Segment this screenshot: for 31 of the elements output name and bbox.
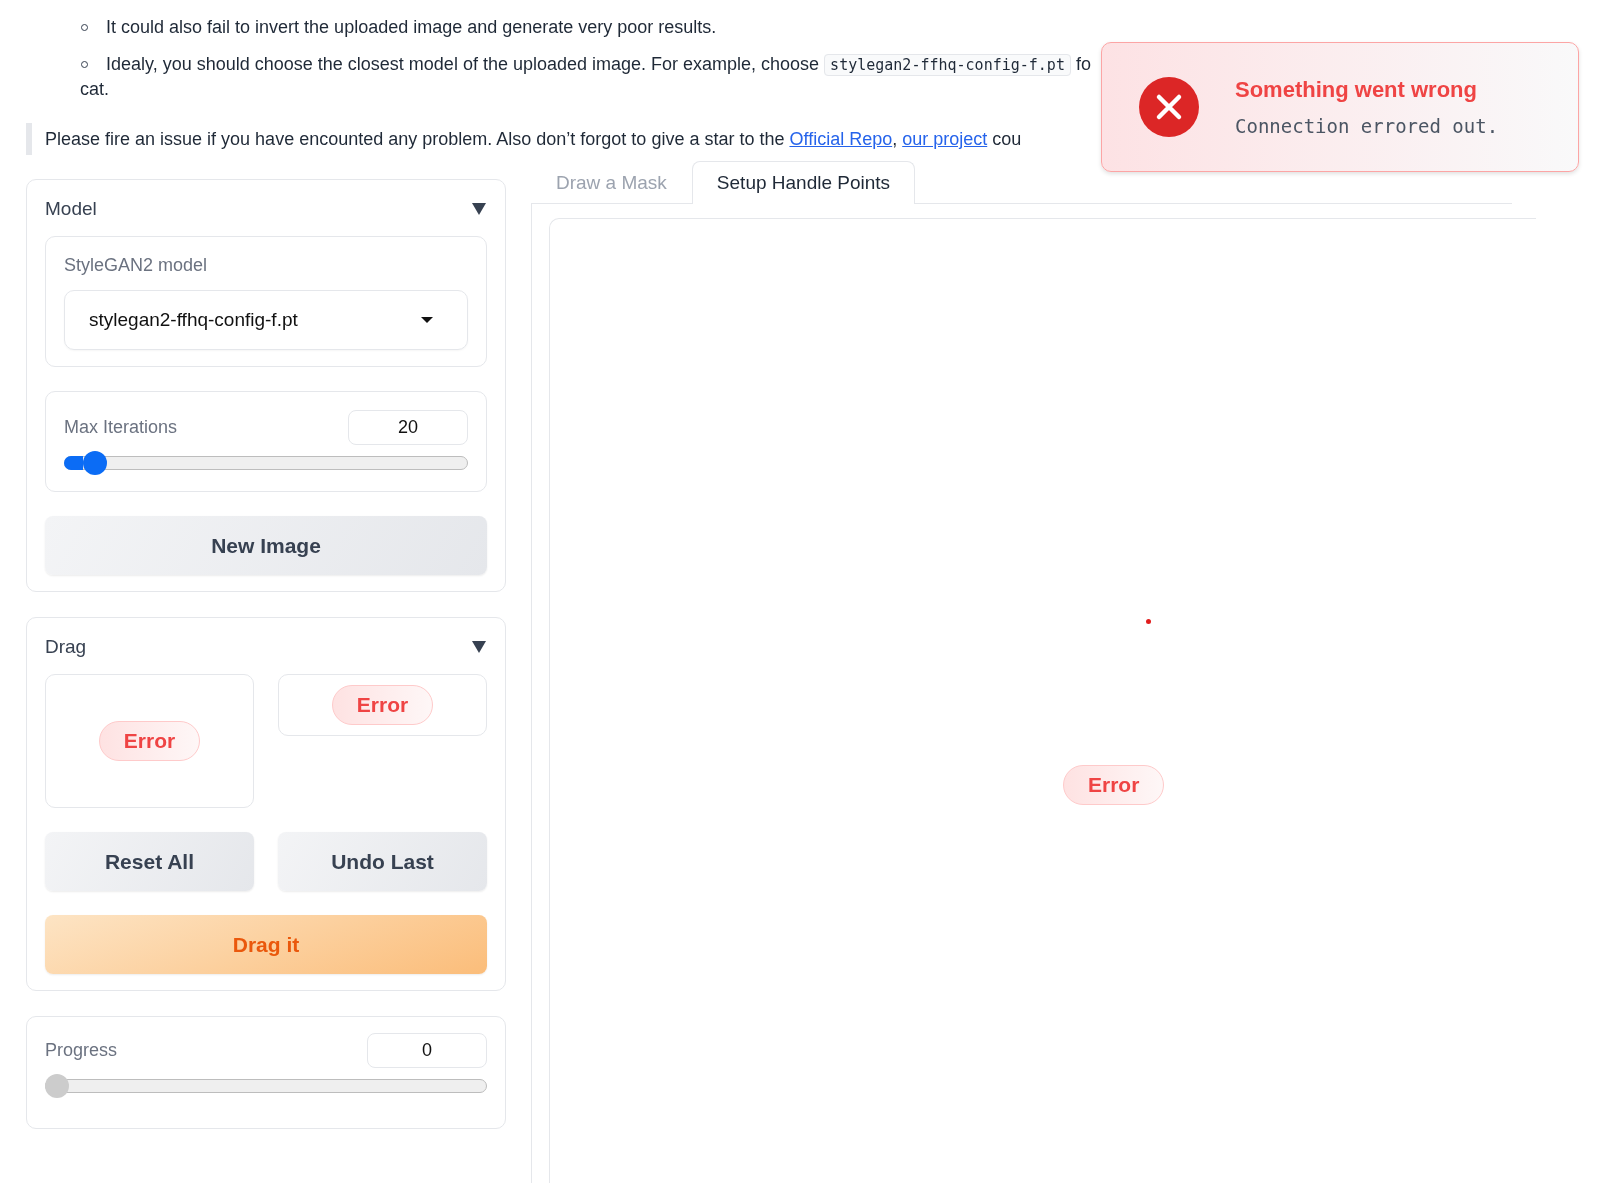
caret-icon <box>421 317 433 323</box>
list-item-text: cat. <box>80 78 109 101</box>
error-badge: Error <box>98 721 201 761</box>
list-item-text: Idealy, you should choose the closest model of the uploaded image. For example, choose stylegan2-ffhq-config-f.pt fo <box>106 53 1091 77</box>
link[interactable]: Official Repo <box>789 129 893 149</box>
toast-message: Connection errored out. <box>1235 115 1499 137</box>
tab[interactable]: Setup Handle Points <box>691 161 916 204</box>
link[interactable]: our project <box>902 129 988 149</box>
panel-title: Model <box>45 198 97 220</box>
collapse-triangle-icon[interactable] <box>471 640 487 654</box>
number-field[interactable]: 20 <box>348 410 468 445</box>
slider-track[interactable] <box>64 451 468 475</box>
slider-thumb[interactable] <box>83 451 107 475</box>
error-badge: Error <box>1063 765 1165 805</box>
action-button[interactable]: New Image <box>45 516 487 575</box>
slider-track[interactable] <box>45 1074 487 1098</box>
error-badge: Error <box>331 685 434 725</box>
list-item-text: It could also fail to invert the uploaded image and generate very poor results. <box>106 16 717 39</box>
handle-point[interactable] <box>1146 619 1151 624</box>
action-button[interactable]: Undo Last <box>278 832 487 891</box>
notice-text: Please fire an issue if you have encounted any problem. Also don’t forgot to give a star to the Official Repo, our project cou <box>45 128 1022 151</box>
model-dropdown[interactable]: stylegan2-ffhq-config-f.pt <box>64 290 468 350</box>
quote-bar <box>26 123 32 155</box>
slider-label: Progress <box>45 1040 118 1061</box>
panel-title: Drag <box>45 636 87 658</box>
dropdown-label: StyleGAN2 model <box>64 255 208 275</box>
error-icon <box>1139 77 1199 137</box>
collapse-triangle-icon[interactable] <box>471 202 487 216</box>
slider-label: Max Iterations <box>64 417 178 438</box>
action-button[interactable]: Reset All <box>45 832 254 891</box>
toast-title: Something went wrong <box>1235 77 1478 103</box>
